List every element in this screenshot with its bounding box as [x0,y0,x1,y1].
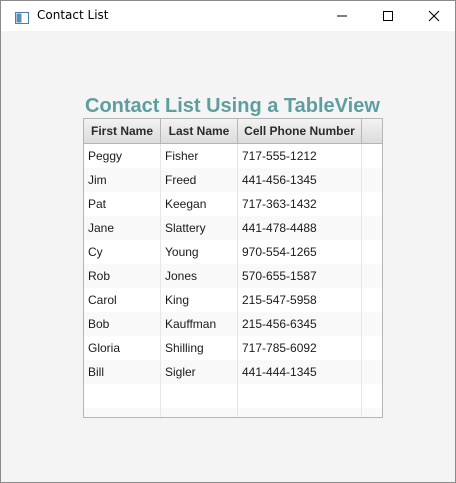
cell-first-name: Rob [84,264,161,288]
cell-first-name: Cy [84,240,161,264]
close-icon [428,10,440,22]
cell-filler [362,360,382,384]
window-title: Contact List [37,8,109,22]
cell-phone-number: 970-554-1265 [238,240,362,264]
cell-phone-number: 441-444-1345 [238,360,362,384]
table-row[interactable]: Cy Young 970-554-1265 [84,240,382,264]
table-row[interactable]: Bob Kauffman 215-456-6345 [84,312,382,336]
cell-first-name: Bill [84,360,161,384]
table-row[interactable]: Gloria Shilling 717-785-6092 [84,336,382,360]
cell-last-name: Kauffman [161,312,238,336]
cell-first-name [84,408,161,417]
cell-phone-number: 717-555-1212 [238,144,362,168]
cell-first-name: Bob [84,312,161,336]
cell-last-name: Freed [161,168,238,192]
cell-phone-number: 215-456-6345 [238,312,362,336]
cell-phone-number: 441-478-4488 [238,216,362,240]
cell-phone-number [238,408,362,417]
table-row[interactable]: Jane Slattery 441-478-4488 [84,216,382,240]
column-header-first-name[interactable]: First Name [84,119,161,143]
table-header: First Name Last Name Cell Phone Number [84,119,382,144]
table-row[interactable]: Jim Freed 441-456-1345 [84,168,382,192]
cell-phone-number: 441-456-1345 [238,168,362,192]
title-bar[interactable]: Contact List [1,1,455,31]
table-body: Peggy Fisher 717-555-1212 Jim Freed 441-456-1… [84,144,382,417]
minimize-button[interactable] [319,1,365,31]
empty-table-row[interactable] [84,408,382,417]
cell-last-name: Slattery [161,216,238,240]
column-header-cell-phone[interactable]: Cell Phone Number [238,119,362,143]
cell-first-name: Jim [84,168,161,192]
cell-last-name: Jones [161,264,238,288]
table-row[interactable]: Peggy Fisher 717-555-1212 [84,144,382,168]
cell-filler [362,168,382,192]
cell-phone-number: 570-655-1587 [238,264,362,288]
cell-filler [362,240,382,264]
window-app-icon [15,9,29,24]
cell-filler [362,192,382,216]
cell-filler [362,312,382,336]
cell-phone-number [238,384,362,408]
cell-filler [362,144,382,168]
column-header-last-name[interactable]: Last Name [161,119,238,143]
cell-phone-number: 717-785-6092 [238,336,362,360]
cell-phone-number: 215-547-5958 [238,288,362,312]
cell-filler [362,264,382,288]
cell-first-name: Pat [84,192,161,216]
cell-filler [362,288,382,312]
cell-last-name: King [161,288,238,312]
cell-last-name: Shilling [161,336,238,360]
cell-last-name: Young [161,240,238,264]
cell-filler [362,408,382,417]
table-row[interactable]: Bill Sigler 441-444-1345 [84,360,382,384]
application-window: Contact List Contact List Using a TableV… [0,0,456,483]
cell-filler [362,336,382,360]
cell-last-name: Sigler [161,360,238,384]
maximize-button[interactable] [365,1,411,31]
close-button[interactable] [411,1,456,31]
cell-first-name: Peggy [84,144,161,168]
table-row[interactable]: Carol King 215-547-5958 [84,288,382,312]
cell-filler [362,216,382,240]
cell-first-name: Gloria [84,336,161,360]
cell-last-name: Fisher [161,144,238,168]
cell-first-name: Carol [84,288,161,312]
cell-first-name [84,384,161,408]
column-header-filler [362,119,382,143]
cell-phone-number: 717-363-1432 [238,192,362,216]
cell-filler [362,384,382,408]
table-row[interactable]: Pat Keegan 717-363-1432 [84,192,382,216]
table-row[interactable]: Rob Jones 570-655-1587 [84,264,382,288]
minimize-icon [337,15,347,17]
cell-last-name [161,384,238,408]
contact-table[interactable]: First Name Last Name Cell Phone Number P… [83,118,383,418]
maximize-icon [383,11,393,21]
cell-last-name: Keegan [161,192,238,216]
empty-table-row[interactable] [84,384,382,408]
cell-first-name: Jane [84,216,161,240]
page-heading: Contact List Using a TableView [85,95,380,117]
cell-last-name [161,408,238,417]
